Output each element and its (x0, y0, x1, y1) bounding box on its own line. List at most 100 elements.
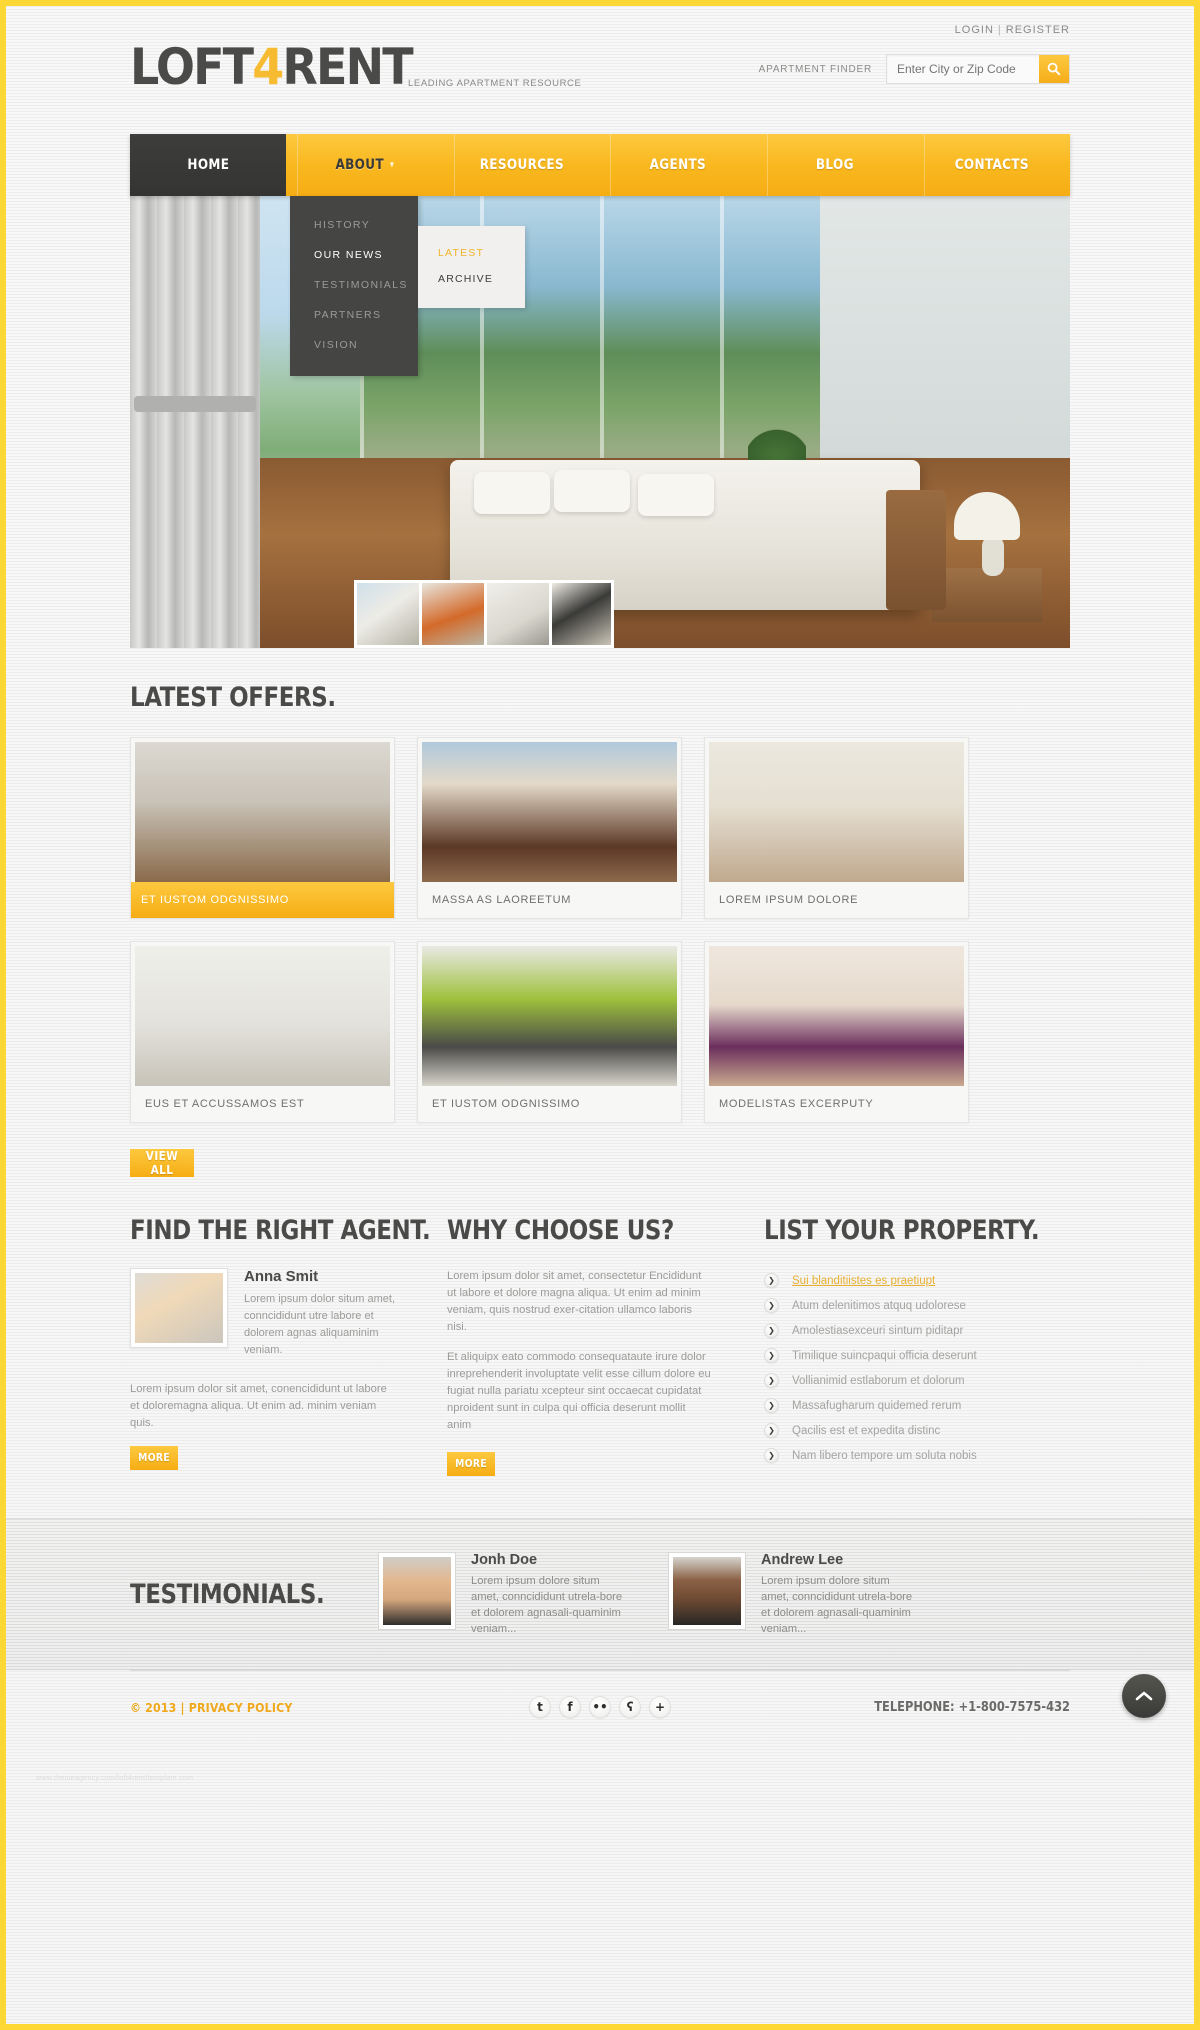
list-item[interactable]: ❯ Qacilis est et expedita distinc (764, 1418, 1029, 1443)
social-links: t f •• ʕ + (460, 1696, 740, 1718)
logo-accent-4: 4 (252, 38, 284, 96)
offer-card-caption: EUS ET ACCUSSAMOS EST (145, 1098, 305, 1110)
nav-item-home[interactable]: HOME (130, 134, 286, 196)
avatar (383, 1556, 451, 1625)
offer-card-caption: ET IUSTOM ODGNISSIMO (432, 1098, 581, 1110)
offer-card[interactable]: ET IUSTOM ODGNISSIMO (417, 941, 682, 1123)
agent-bio: Lorem ipsum dolor situm amet, conncididu… (244, 1293, 395, 1356)
dropdown-item-partners[interactable]: PARTNERS (290, 300, 418, 330)
list-item[interactable]: ❯ Nam libero tempore um soluta nobis (764, 1443, 1029, 1468)
list-item[interactable]: ❯ Massafugharum quidemed rerum (764, 1393, 1029, 1418)
site-logo[interactable]: LOFT4RENT (130, 38, 414, 96)
nav-label-contacts: CONTACTS (954, 157, 1030, 173)
agent-more-label: MORE (138, 1452, 170, 1464)
testimonials-title: TESTIMONIALS. (130, 1578, 325, 1610)
nav-item-about[interactable]: ABOUT ▾ (296, 134, 432, 196)
search-icon (1047, 62, 1061, 76)
view-all-button[interactable]: VIEW ALL (130, 1149, 194, 1177)
hero-pillow (474, 472, 550, 514)
dropdown-item-our-news[interactable]: OUR NEWS (290, 240, 418, 270)
list-item[interactable]: ❯ Timilique suincpaqui officia deserunt (764, 1343, 1029, 1368)
offer-card[interactable]: EUS ET ACCUSSAMOS EST (130, 941, 395, 1123)
flyout-item-archive[interactable]: ARCHIVE (418, 266, 525, 292)
nav-item-blog[interactable]: BLOG (767, 134, 902, 196)
nav-wrap: HOME ABOUT ▾ RESOURCES AGENTS BLOG CONTAC… (130, 134, 1070, 376)
hero-slider[interactable] (130, 196, 1070, 648)
scroll-to-top-button[interactable] (1122, 1674, 1166, 1718)
slider-thumbnails (354, 580, 614, 648)
googleplus-icon[interactable]: + (649, 1696, 671, 1718)
nav-label-resources: RESOURCES (479, 157, 564, 173)
why-more-label: MORE (455, 1458, 487, 1470)
flickr-icon[interactable]: •• (589, 1696, 611, 1718)
facebook-icon[interactable]: f (559, 1696, 581, 1718)
dropdown-item-history[interactable]: HISTORY (290, 210, 418, 240)
list-item[interactable]: ❯ Amolestiasexceuri sintum piditapr (764, 1318, 1029, 1343)
offer-card[interactable]: MASSA AS LAOREETUM (417, 737, 682, 919)
nav-item-resources[interactable]: RESOURCES (453, 134, 589, 196)
register-link[interactable]: REGISTER (1006, 24, 1070, 36)
page-root: LOFT4RENT LEADING APARTMENT RESOURCE LOG… (6, 6, 1194, 2024)
chevron-right-icon: ❯ (764, 1423, 779, 1438)
login-link[interactable]: LOGIN (955, 24, 994, 36)
hero-slider-wrap (130, 196, 1070, 648)
logo-part1: LOFT (130, 38, 254, 96)
logo-part2: RENT (282, 38, 413, 96)
offer-card[interactable]: ET IUSTOM ODGNISSIMO (130, 737, 395, 919)
telephone-text: TELEPHONE: +1-800-7575-432 (874, 1699, 1070, 1715)
list-item-label: Vollianimid estlaborum et dolorum (792, 1374, 965, 1387)
slider-thumb[interactable] (549, 580, 614, 648)
property-list: ❯ Sui blanditiistes es praetiupt ❯ Atum de… (764, 1268, 1029, 1468)
list-item[interactable]: ❯ Vollianimid estlaborum et dolorum (764, 1368, 1029, 1393)
testimonial-photo (378, 1551, 456, 1630)
search-input[interactable] (887, 55, 1039, 83)
flyout-item-latest[interactable]: LATEST (418, 240, 525, 266)
why-text-wrap: Lorem ipsum dolor sit amet, consectetur … (447, 1268, 712, 1434)
slider-thumb[interactable] (484, 580, 549, 648)
hero-lamp-base (982, 536, 1004, 576)
agent-more-button[interactable]: MORE (130, 1446, 178, 1470)
list-item[interactable]: ❯ Atum delenitimos atquq udolorese (764, 1293, 1029, 1318)
three-column-section: FIND THE RIGHT AGENT. Anna Smit Lorem ip… (130, 1215, 1070, 1476)
slider-thumb[interactable] (354, 580, 419, 648)
nav-item-contacts[interactable]: CONTACTS (924, 134, 1059, 196)
chevron-right-icon: ❯ (764, 1348, 779, 1363)
our-news-flyout-menu: LATEST ARCHIVE (418, 226, 525, 308)
offers-grid: ET IUSTOM ODGNISSIMO MASSA AS LAOREETUM … (130, 737, 1070, 1123)
offer-card-image (135, 946, 390, 1086)
top-links: LOGIN | REGISTER (955, 24, 1070, 36)
list-item[interactable]: ❯ Sui blanditiistes es praetiupt (764, 1268, 1029, 1293)
nav-item-agents[interactable]: AGENTS (610, 134, 745, 196)
dropdown-item-vision[interactable]: VISION (290, 330, 418, 360)
chevron-right-icon: ❯ (764, 1273, 779, 1288)
offer-card-caption: MODELISTAS EXCERPUTY (719, 1098, 874, 1110)
offer-card-image (422, 742, 677, 882)
testimonial-text: Lorem ipsum dolore situm amet, conncidid… (761, 1574, 913, 1635)
slider-thumb[interactable] (419, 580, 484, 648)
chevron-right-icon: ❯ (764, 1398, 779, 1413)
testimonials-inner: TESTIMONIALS. Jonh Doe Lorem ipsum dolor… (130, 1519, 1070, 1669)
copyright-text[interactable]: © 2013 | PRIVACY POLICY (130, 1700, 420, 1715)
search-button[interactable] (1039, 55, 1069, 83)
list-item-label: Massafugharum quidemed rerum (792, 1399, 962, 1412)
nav-label-blog: BLOG (816, 157, 855, 173)
testimonial-name: Jonh Doe (471, 1551, 538, 1568)
offer-card[interactable]: LOREM IPSUM DOLORE (704, 737, 969, 919)
agent-card: Anna Smit Lorem ipsum dolor situm amet, … (130, 1268, 395, 1359)
agent-paragraph-wrap: Lorem ipsum dolor sit amet, conencididun… (130, 1381, 395, 1432)
why-more-button[interactable]: MORE (447, 1452, 495, 1476)
list-property-title: LIST YOUR PROPERTY. (764, 1215, 1040, 1246)
why-choose-us-title: WHY CHOOSE US? (447, 1215, 674, 1246)
testimonial-item: Andrew Lee Lorem ipsum dolore situm amet… (668, 1551, 918, 1637)
testimonial-text: Lorem ipsum dolore situm amet, conncidid… (471, 1574, 623, 1635)
dropdown-item-testimonials[interactable]: TESTIMONIALS (290, 270, 418, 300)
testimonial-photo (668, 1551, 746, 1630)
rss-icon[interactable]: ʕ (619, 1696, 641, 1718)
list-item-label: Qacilis est et expedita distinc (792, 1424, 941, 1437)
chevron-down-icon: ▾ (389, 160, 395, 170)
agent-name: Anna Smit (244, 1268, 319, 1285)
offer-card[interactable]: MODELISTAS EXCERPUTY (704, 941, 969, 1123)
twitter-icon[interactable]: t (529, 1696, 551, 1718)
hero-pillow (554, 470, 630, 512)
hero-bed-headboard (886, 490, 946, 610)
